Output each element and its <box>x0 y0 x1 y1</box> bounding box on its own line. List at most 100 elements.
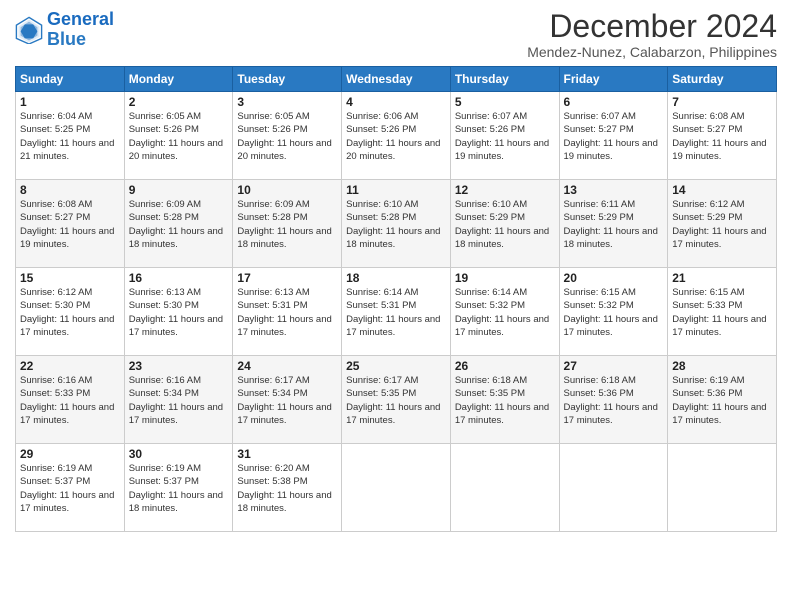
day-number: 16 <box>129 271 229 285</box>
day-number: 23 <box>129 359 229 373</box>
day-info: Sunrise: 6:19 AM Sunset: 5:37 PM Dayligh… <box>20 462 120 515</box>
day-info: Sunrise: 6:14 AM Sunset: 5:31 PM Dayligh… <box>346 286 446 339</box>
week-row-4: 22 Sunrise: 6:16 AM Sunset: 5:33 PM Dayl… <box>16 356 777 444</box>
day-number: 3 <box>237 95 337 109</box>
day-number: 29 <box>20 447 120 461</box>
calendar-cell: 10 Sunrise: 6:09 AM Sunset: 5:28 PM Dayl… <box>233 180 342 268</box>
calendar-cell: 2 Sunrise: 6:05 AM Sunset: 5:26 PM Dayli… <box>124 92 233 180</box>
calendar-cell <box>450 444 559 532</box>
day-info: Sunrise: 6:18 AM Sunset: 5:35 PM Dayligh… <box>455 374 555 427</box>
day-number: 24 <box>237 359 337 373</box>
calendar-cell: 6 Sunrise: 6:07 AM Sunset: 5:27 PM Dayli… <box>559 92 668 180</box>
day-number: 13 <box>564 183 664 197</box>
col-monday: Monday <box>124 67 233 92</box>
day-number: 26 <box>455 359 555 373</box>
day-info: Sunrise: 6:17 AM Sunset: 5:34 PM Dayligh… <box>237 374 337 427</box>
day-number: 18 <box>346 271 446 285</box>
title-block: December 2024 Mendez-Nunez, Calabarzon, … <box>527 10 777 60</box>
day-number: 9 <box>129 183 229 197</box>
day-info: Sunrise: 6:10 AM Sunset: 5:29 PM Dayligh… <box>455 198 555 251</box>
page: General Blue December 2024 Mendez-Nunez,… <box>0 0 792 612</box>
day-number: 22 <box>20 359 120 373</box>
day-info: Sunrise: 6:19 AM Sunset: 5:36 PM Dayligh… <box>672 374 772 427</box>
day-number: 12 <box>455 183 555 197</box>
day-number: 31 <box>237 447 337 461</box>
main-title: December 2024 <box>527 10 777 42</box>
week-row-3: 15 Sunrise: 6:12 AM Sunset: 5:30 PM Dayl… <box>16 268 777 356</box>
day-number: 10 <box>237 183 337 197</box>
calendar-table: Sunday Monday Tuesday Wednesday Thursday… <box>15 66 777 532</box>
day-info: Sunrise: 6:05 AM Sunset: 5:26 PM Dayligh… <box>129 110 229 163</box>
header-row: Sunday Monday Tuesday Wednesday Thursday… <box>16 67 777 92</box>
day-info: Sunrise: 6:15 AM Sunset: 5:33 PM Dayligh… <box>672 286 772 339</box>
calendar-cell: 14 Sunrise: 6:12 AM Sunset: 5:29 PM Dayl… <box>668 180 777 268</box>
calendar-cell: 4 Sunrise: 6:06 AM Sunset: 5:26 PM Dayli… <box>342 92 451 180</box>
calendar-body: 1 Sunrise: 6:04 AM Sunset: 5:25 PM Dayli… <box>16 92 777 532</box>
day-number: 11 <box>346 183 446 197</box>
logo-text: General Blue <box>47 10 114 50</box>
calendar-cell: 23 Sunrise: 6:16 AM Sunset: 5:34 PM Dayl… <box>124 356 233 444</box>
calendar-cell: 24 Sunrise: 6:17 AM Sunset: 5:34 PM Dayl… <box>233 356 342 444</box>
day-info: Sunrise: 6:12 AM Sunset: 5:29 PM Dayligh… <box>672 198 772 251</box>
day-info: Sunrise: 6:06 AM Sunset: 5:26 PM Dayligh… <box>346 110 446 163</box>
day-info: Sunrise: 6:13 AM Sunset: 5:31 PM Dayligh… <box>237 286 337 339</box>
day-number: 4 <box>346 95 446 109</box>
col-tuesday: Tuesday <box>233 67 342 92</box>
day-number: 17 <box>237 271 337 285</box>
calendar-cell: 25 Sunrise: 6:17 AM Sunset: 5:35 PM Dayl… <box>342 356 451 444</box>
calendar-cell: 9 Sunrise: 6:09 AM Sunset: 5:28 PM Dayli… <box>124 180 233 268</box>
logo-icon <box>15 16 43 44</box>
day-info: Sunrise: 6:16 AM Sunset: 5:34 PM Dayligh… <box>129 374 229 427</box>
day-info: Sunrise: 6:07 AM Sunset: 5:27 PM Dayligh… <box>564 110 664 163</box>
calendar-cell: 5 Sunrise: 6:07 AM Sunset: 5:26 PM Dayli… <box>450 92 559 180</box>
day-info: Sunrise: 6:13 AM Sunset: 5:30 PM Dayligh… <box>129 286 229 339</box>
subtitle: Mendez-Nunez, Calabarzon, Philippines <box>527 44 777 60</box>
day-number: 21 <box>672 271 772 285</box>
calendar-cell <box>559 444 668 532</box>
day-number: 30 <box>129 447 229 461</box>
col-friday: Friday <box>559 67 668 92</box>
day-number: 19 <box>455 271 555 285</box>
day-number: 14 <box>672 183 772 197</box>
day-info: Sunrise: 6:18 AM Sunset: 5:36 PM Dayligh… <box>564 374 664 427</box>
day-info: Sunrise: 6:19 AM Sunset: 5:37 PM Dayligh… <box>129 462 229 515</box>
day-info: Sunrise: 6:11 AM Sunset: 5:29 PM Dayligh… <box>564 198 664 251</box>
day-info: Sunrise: 6:14 AM Sunset: 5:32 PM Dayligh… <box>455 286 555 339</box>
col-sunday: Sunday <box>16 67 125 92</box>
day-info: Sunrise: 6:16 AM Sunset: 5:33 PM Dayligh… <box>20 374 120 427</box>
calendar-cell: 16 Sunrise: 6:13 AM Sunset: 5:30 PM Dayl… <box>124 268 233 356</box>
day-number: 5 <box>455 95 555 109</box>
calendar-cell: 26 Sunrise: 6:18 AM Sunset: 5:35 PM Dayl… <box>450 356 559 444</box>
calendar-cell: 3 Sunrise: 6:05 AM Sunset: 5:26 PM Dayli… <box>233 92 342 180</box>
calendar-cell: 15 Sunrise: 6:12 AM Sunset: 5:30 PM Dayl… <box>16 268 125 356</box>
header: General Blue December 2024 Mendez-Nunez,… <box>15 10 777 60</box>
day-info: Sunrise: 6:07 AM Sunset: 5:26 PM Dayligh… <box>455 110 555 163</box>
calendar-cell <box>342 444 451 532</box>
day-number: 8 <box>20 183 120 197</box>
day-info: Sunrise: 6:05 AM Sunset: 5:26 PM Dayligh… <box>237 110 337 163</box>
day-info: Sunrise: 6:08 AM Sunset: 5:27 PM Dayligh… <box>672 110 772 163</box>
calendar-cell: 8 Sunrise: 6:08 AM Sunset: 5:27 PM Dayli… <box>16 180 125 268</box>
logo: General Blue <box>15 10 114 50</box>
calendar-cell: 28 Sunrise: 6:19 AM Sunset: 5:36 PM Dayl… <box>668 356 777 444</box>
calendar-cell: 11 Sunrise: 6:10 AM Sunset: 5:28 PM Dayl… <box>342 180 451 268</box>
calendar-cell: 30 Sunrise: 6:19 AM Sunset: 5:37 PM Dayl… <box>124 444 233 532</box>
day-number: 20 <box>564 271 664 285</box>
calendar-cell: 17 Sunrise: 6:13 AM Sunset: 5:31 PM Dayl… <box>233 268 342 356</box>
day-number: 27 <box>564 359 664 373</box>
calendar-cell: 7 Sunrise: 6:08 AM Sunset: 5:27 PM Dayli… <box>668 92 777 180</box>
col-thursday: Thursday <box>450 67 559 92</box>
day-number: 7 <box>672 95 772 109</box>
day-info: Sunrise: 6:12 AM Sunset: 5:30 PM Dayligh… <box>20 286 120 339</box>
day-info: Sunrise: 6:17 AM Sunset: 5:35 PM Dayligh… <box>346 374 446 427</box>
week-row-1: 1 Sunrise: 6:04 AM Sunset: 5:25 PM Dayli… <box>16 92 777 180</box>
calendar-cell: 13 Sunrise: 6:11 AM Sunset: 5:29 PM Dayl… <box>559 180 668 268</box>
day-info: Sunrise: 6:04 AM Sunset: 5:25 PM Dayligh… <box>20 110 120 163</box>
day-number: 28 <box>672 359 772 373</box>
calendar-cell: 19 Sunrise: 6:14 AM Sunset: 5:32 PM Dayl… <box>450 268 559 356</box>
calendar-cell: 18 Sunrise: 6:14 AM Sunset: 5:31 PM Dayl… <box>342 268 451 356</box>
day-info: Sunrise: 6:08 AM Sunset: 5:27 PM Dayligh… <box>20 198 120 251</box>
day-number: 15 <box>20 271 120 285</box>
calendar-cell <box>668 444 777 532</box>
calendar-cell: 1 Sunrise: 6:04 AM Sunset: 5:25 PM Dayli… <box>16 92 125 180</box>
